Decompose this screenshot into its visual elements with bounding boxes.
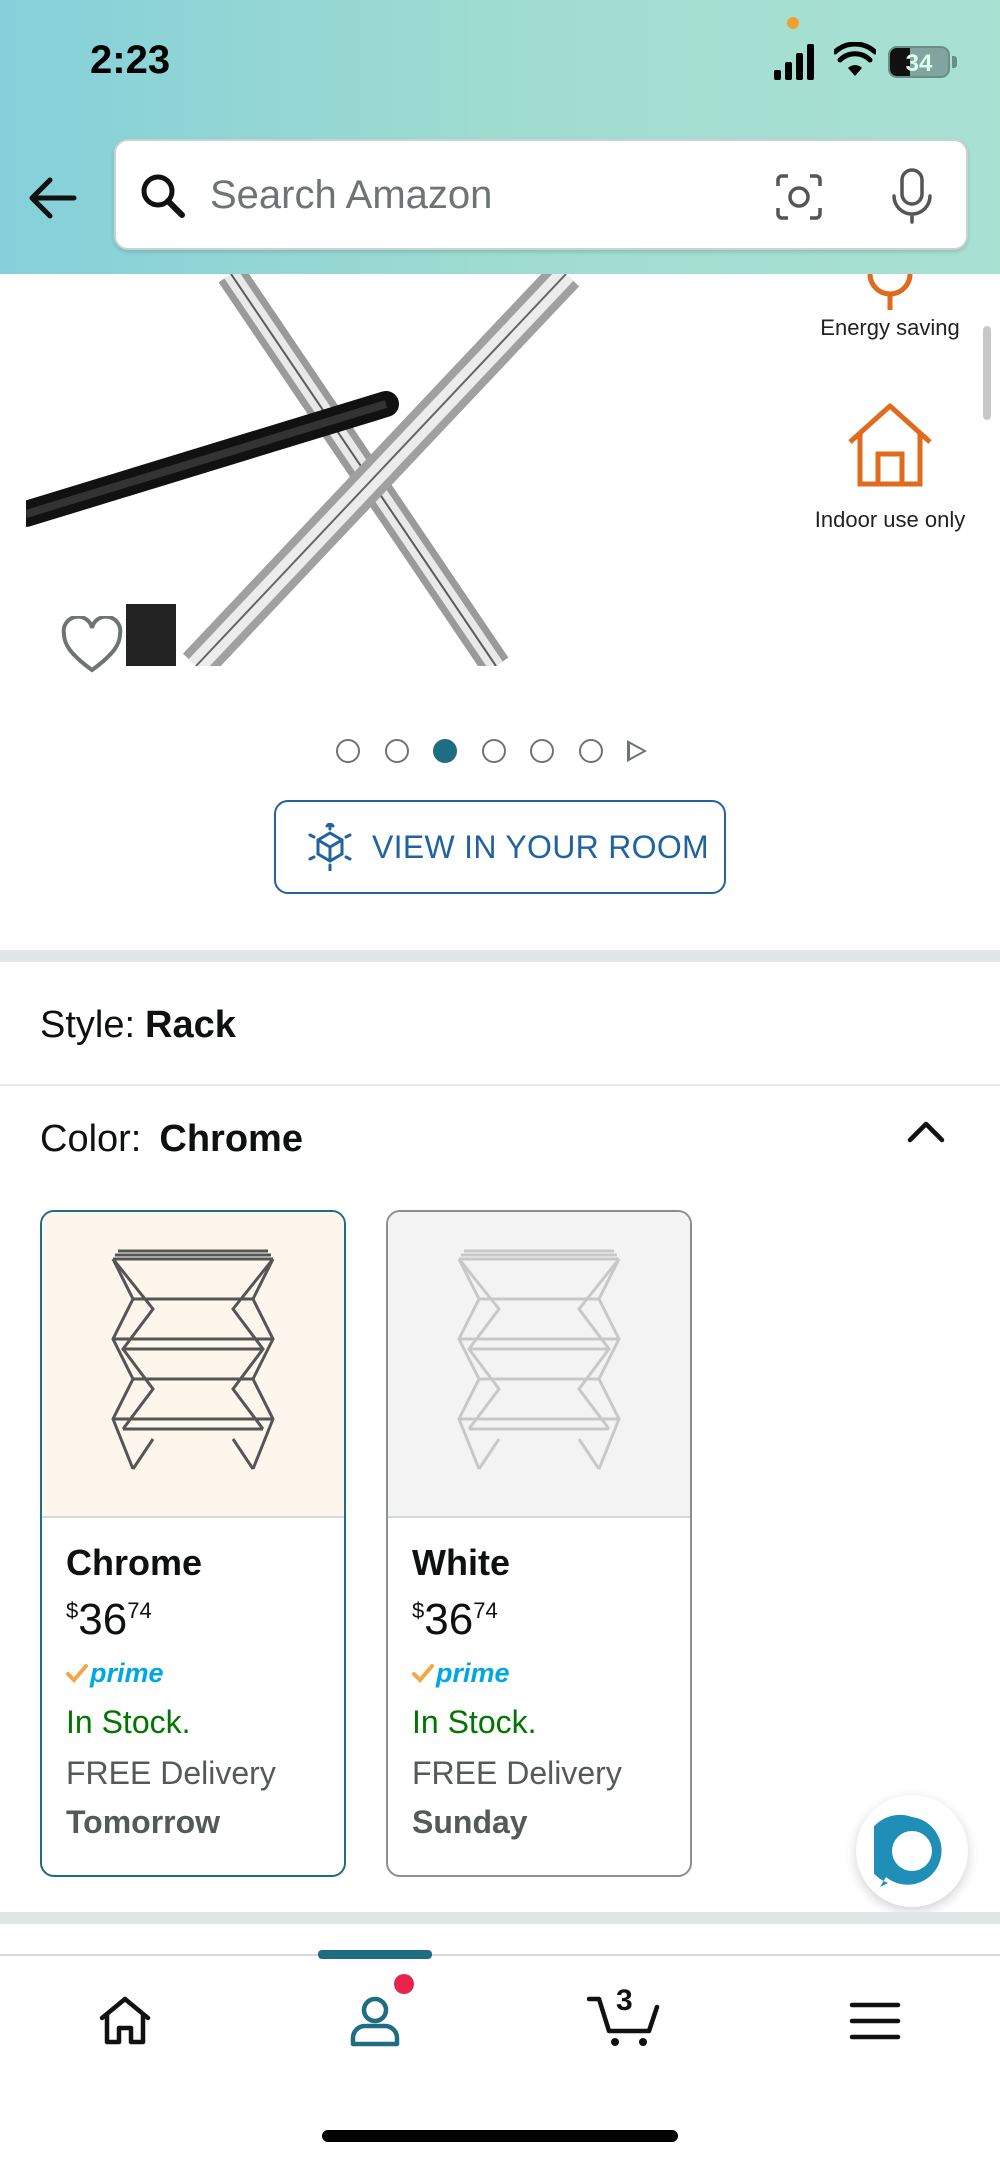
section-divider	[0, 950, 1000, 962]
battery-icon: 34	[888, 46, 950, 78]
status-time: 2:23	[90, 38, 171, 82]
video-play-icon[interactable]	[627, 740, 647, 762]
style-selector: Style: Rack	[40, 1004, 236, 1047]
carousel-dot[interactable]	[336, 739, 360, 763]
prime-check-icon	[66, 1664, 88, 1683]
search-input[interactable]	[210, 167, 730, 223]
search-bar[interactable]	[114, 139, 968, 250]
nav-menu[interactable]	[750, 1956, 1000, 2086]
swatch-name: Chrome	[66, 1542, 203, 1583]
carousel-dot[interactable]	[530, 739, 554, 763]
microphone-icon[interactable]	[887, 168, 937, 224]
delivery-text: FREE Delivery	[412, 1755, 622, 1791]
cellular-signal-icon	[774, 44, 814, 80]
row-divider	[0, 1084, 1000, 1086]
back-arrow-icon[interactable]	[24, 168, 88, 228]
color-swatch-chrome[interactable]: Chrome $3674 prime In Stock. FREE Delive…	[40, 1210, 346, 1877]
carousel-dot[interactable]	[578, 739, 603, 763]
carousel-dot[interactable]	[481, 739, 506, 763]
home-indicator	[322, 2130, 678, 2142]
style-value: Rack	[145, 1004, 236, 1046]
delivery-day: Tomorrow	[66, 1804, 221, 1840]
color-selector[interactable]: Color: Chrome	[40, 1118, 303, 1161]
swatch-name: White	[412, 1542, 510, 1583]
nav-account[interactable]	[250, 1956, 500, 2086]
carousel-dot-active[interactable]	[433, 739, 457, 763]
prime-badge: prime	[66, 1658, 344, 1688]
delivery-day: Sunday	[412, 1804, 528, 1840]
view-in-your-room-button[interactable]: VIEW IN YOUR ROOM	[274, 800, 726, 894]
prime-check-icon	[412, 1664, 434, 1683]
swatch-image	[42, 1212, 344, 1518]
style-label: Style:	[40, 1004, 136, 1046]
house-icon	[848, 403, 932, 487]
swatch-price: $3674	[66, 1595, 152, 1644]
section-divider	[0, 1912, 1000, 1924]
carousel-dots[interactable]	[336, 737, 647, 765]
stock-status: In Stock.	[412, 1704, 537, 1740]
nav-cart[interactable]	[500, 1956, 750, 2086]
swatch-image	[388, 1212, 690, 1518]
heart-icon[interactable]	[60, 616, 124, 676]
prime-badge: prime	[412, 1658, 690, 1688]
chat-bubble-icon	[874, 1814, 942, 1887]
product-image[interactable]	[26, 274, 796, 666]
privacy-indicator-dot	[787, 17, 799, 29]
search-icon	[141, 174, 185, 218]
3d-cube-icon	[308, 823, 352, 871]
drying-rack-image	[457, 1249, 621, 1470]
battery-level: 34	[905, 50, 933, 77]
cart-count: 3	[616, 1984, 633, 2017]
color-label: Color:	[40, 1118, 142, 1160]
swatch-price: $3674	[412, 1595, 498, 1644]
nav-home[interactable]	[0, 1956, 250, 2086]
delivery-text: FREE Delivery	[66, 1755, 276, 1791]
plug-icon	[867, 274, 913, 310]
feature-label-indoor: Indoor use only	[814, 507, 966, 532]
feature-label-energy: Energy saving	[820, 315, 960, 340]
app-header: 2:23 34	[0, 0, 1000, 274]
stock-status: In Stock.	[66, 1704, 191, 1740]
person-icon	[350, 1996, 400, 2047]
chevron-up-icon[interactable]	[906, 1116, 946, 1146]
notification-dot	[394, 1974, 414, 1994]
color-swatch-white[interactable]: White $3674 prime In Stock. FREE Deliver…	[386, 1210, 692, 1877]
view-in-your-room-label: VIEW IN YOUR ROOM	[372, 828, 709, 865]
chat-assistant-button[interactable]	[856, 1795, 968, 1907]
home-icon	[99, 1996, 151, 2045]
drying-rack-image	[111, 1249, 275, 1470]
wifi-icon	[834, 42, 876, 76]
color-value: Chrome	[159, 1118, 303, 1160]
camera-search-icon[interactable]	[774, 172, 824, 222]
scrollbar[interactable]	[983, 326, 991, 420]
carousel-dot[interactable]	[384, 739, 409, 763]
hamburger-menu-icon	[849, 2002, 901, 2040]
